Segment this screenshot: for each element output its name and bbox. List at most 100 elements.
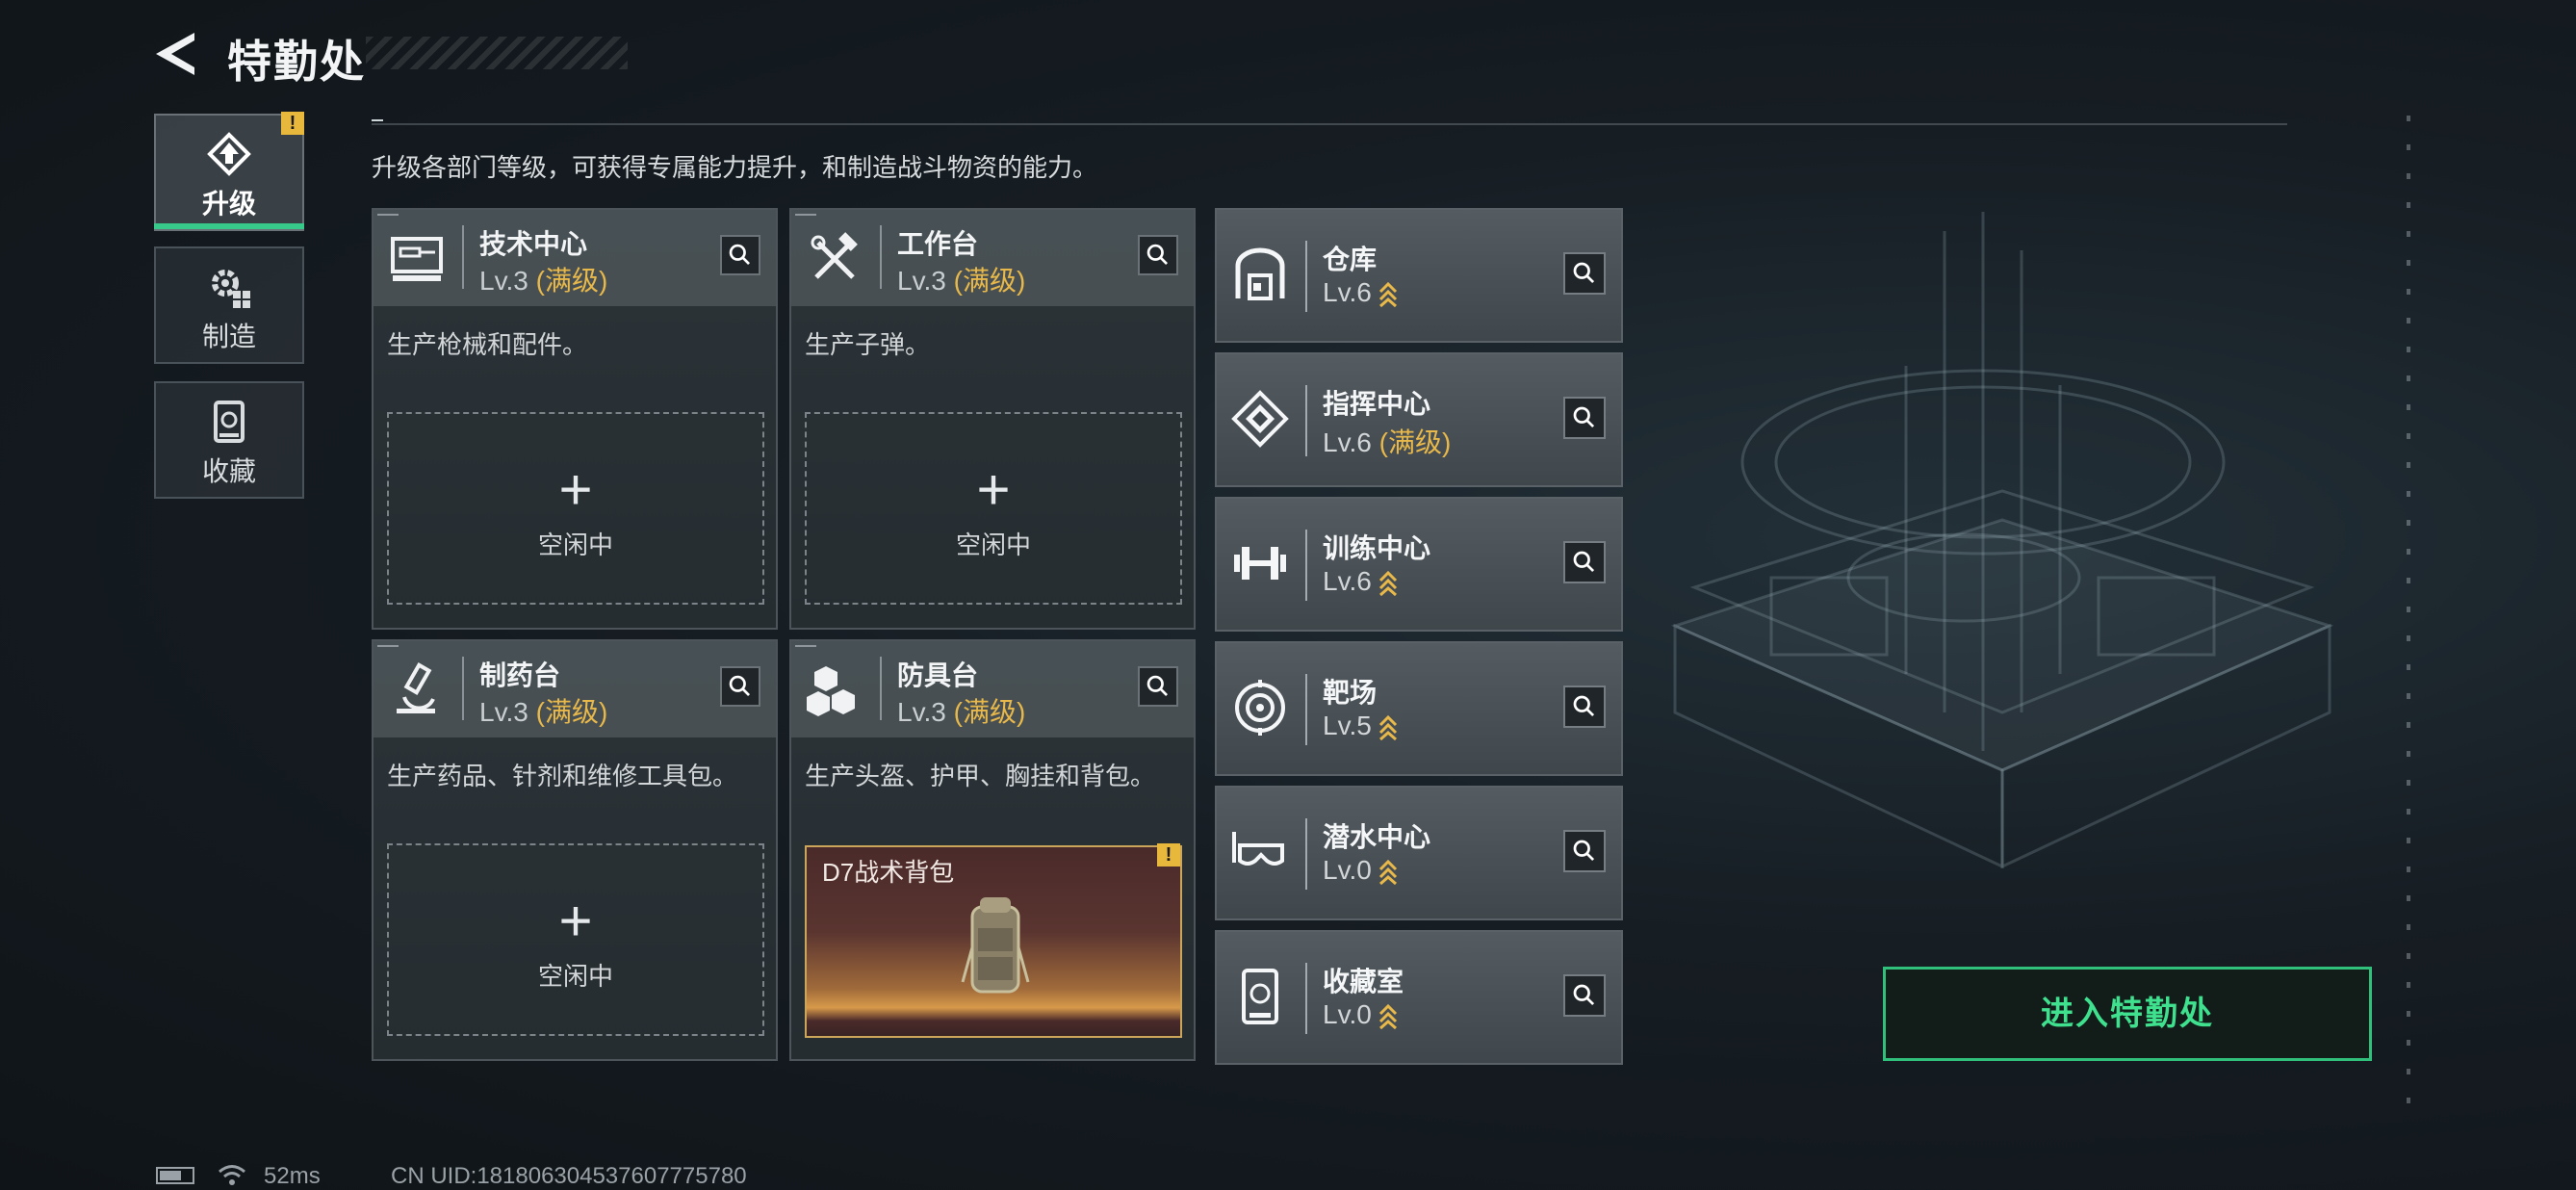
facility-level: Lv.0 [1323,855,1399,886]
card-separator [1305,241,1307,312]
facility-name: 潜水中心 [1323,822,1431,852]
card-separator [880,657,882,720]
battery-icon [156,1167,194,1184]
alert-badge: ! [281,112,304,135]
department-card-pharmacy[interactable]: 制药台 Lv.3 (满级) 生产药品、针剂和维修工具包。 + 空闲中 [372,639,778,1061]
level-value: Lv.6 [1323,566,1372,596]
computer-icon [391,237,443,281]
facility-card-training-center[interactable]: 训练中心 Lv.6 [1215,497,1623,632]
level-value: Lv.6 [1323,427,1372,457]
card-separator [1305,674,1307,745]
page-description: 升级各部门等级，可获得专属能力提升，和制造战斗物资的能力。 [372,153,1098,182]
facility-name: 指挥中心 [1323,389,1431,419]
facility-card-shooting-range[interactable]: 靶场 Lv.5 [1215,641,1623,776]
nav-item-label: 收藏 [201,456,256,486]
target-icon [1235,680,1285,736]
armor-blocks-icon [807,666,855,716]
command-emblem-icon [1231,390,1289,448]
facility-level: Lv.6 [1323,566,1399,597]
facility-card-warehouse[interactable]: 仓库 Lv.6 [1215,208,1623,343]
card-separator [462,657,464,720]
wifi-icon [219,1165,245,1185]
plus-icon: + [558,889,593,953]
production-slot-item[interactable]: D7战术背包 ! [805,843,1182,1038]
production-slot-idle[interactable]: + 空闲中 [387,843,764,1036]
upgrade-chevron-icon [1378,570,1397,596]
level-value: Lv.3 [897,266,946,296]
level-value: Lv.3 [479,266,528,296]
search-icon[interactable] [1138,666,1178,707]
card-separator [1305,385,1307,456]
search-icon[interactable] [1563,830,1606,872]
department-card-workbench[interactable]: 工作台 Lv.3 (满级) 生产子弹。 + 空闲中 [789,208,1196,630]
upgrade-chevron-icon [1378,1003,1397,1029]
facility-name: 训练中心 [1323,533,1431,563]
search-icon[interactable] [1138,235,1178,275]
department-level: Lv.3 (满级) [897,691,1025,730]
upgrade-chevron-icon [1378,281,1397,307]
search-icon[interactable] [1563,252,1606,295]
level-value: Lv.5 [1323,711,1372,740]
level-value: Lv.6 [1323,277,1372,307]
nav-item-craft[interactable]: 制造 [154,246,304,364]
plus-icon: + [558,457,593,522]
department-description: 生产头盔、护甲、胸挂和背包。 [805,762,1156,790]
production-slot-idle[interactable]: + 空闲中 [387,412,764,605]
ping-value: 52ms [264,1163,321,1189]
item-name: D7战术背包 [822,858,955,887]
backpack-icon [961,897,1030,994]
page-title: 特勤处 [227,37,366,87]
card-separator [880,225,882,289]
card-corner [795,645,816,647]
facility-card-collection-room[interactable]: 收藏室 Lv.0 [1215,930,1623,1065]
base-wireframe-illustration [1670,212,2334,869]
search-icon[interactable] [1563,541,1606,583]
facility-card-command-center[interactable]: 指挥中心 Lv.6 (满级) [1215,352,1623,487]
alert-badge: ! [1157,843,1180,867]
facility-name: 收藏室 [1323,967,1404,996]
level-value: Lv.3 [897,697,946,727]
diving-mask-icon [1232,832,1284,866]
enter-special-ops-button[interactable]: 进入特勤处 [1883,967,2372,1061]
facility-level: Lv.6 (满级) [1323,422,1451,460]
search-icon[interactable] [1563,974,1606,1017]
collection-icon [214,401,245,443]
search-icon[interactable] [720,666,760,707]
nav-active-indicator [154,223,304,229]
department-card-tech-center[interactable]: 技术中心 Lv.3 (满级) 生产枪械和配件。 + 空闲中 [372,208,778,630]
search-icon[interactable] [1563,397,1606,439]
upgrade-chevron-icon [1378,714,1397,740]
search-icon[interactable] [720,235,760,275]
production-slot-idle[interactable]: + 空闲中 [805,412,1182,605]
nav-item-label: 制造 [201,322,256,351]
level-value: Lv.0 [1323,855,1372,885]
facility-level: Lv.0 [1323,999,1399,1030]
nav-item-collection[interactable]: 收藏 [154,381,304,499]
search-icon[interactable] [1563,686,1606,728]
upgrade-chevron-icon [1378,859,1397,885]
card-separator [1305,818,1307,890]
department-level: Lv.3 (满级) [897,260,1025,298]
back-arrow-icon[interactable] [156,33,206,75]
card-corner [377,645,399,647]
department-name: 工作台 [897,229,979,259]
card-corner [377,214,399,216]
facility-name: 靶场 [1323,678,1378,708]
card-separator [462,225,464,289]
divider-tick [372,119,383,121]
dumbbell-icon [1234,547,1286,580]
slot-status: 空闲中 [955,530,1031,559]
max-level-tag: (满级) [953,266,1026,296]
collection-icon [1242,969,1278,1024]
facility-card-diving-center[interactable]: 潜水中心 Lv.0 [1215,786,1623,920]
department-card-armor[interactable]: 防具台 Lv.3 (满级) 生产头盔、护甲、胸挂和背包。 D7战术背包 ! [789,639,1196,1061]
department-level: Lv.3 (满级) [479,260,607,298]
title-decoration [366,37,628,69]
gear-craft-icon [212,270,250,308]
department-description: 生产子弹。 [805,330,931,359]
decorative-rail [2407,116,2410,1126]
max-level-tag: (满级) [535,266,608,296]
department-description: 生产枪械和配件。 [387,330,588,359]
department-name: 制药台 [479,660,561,690]
plus-icon: + [976,457,1011,522]
